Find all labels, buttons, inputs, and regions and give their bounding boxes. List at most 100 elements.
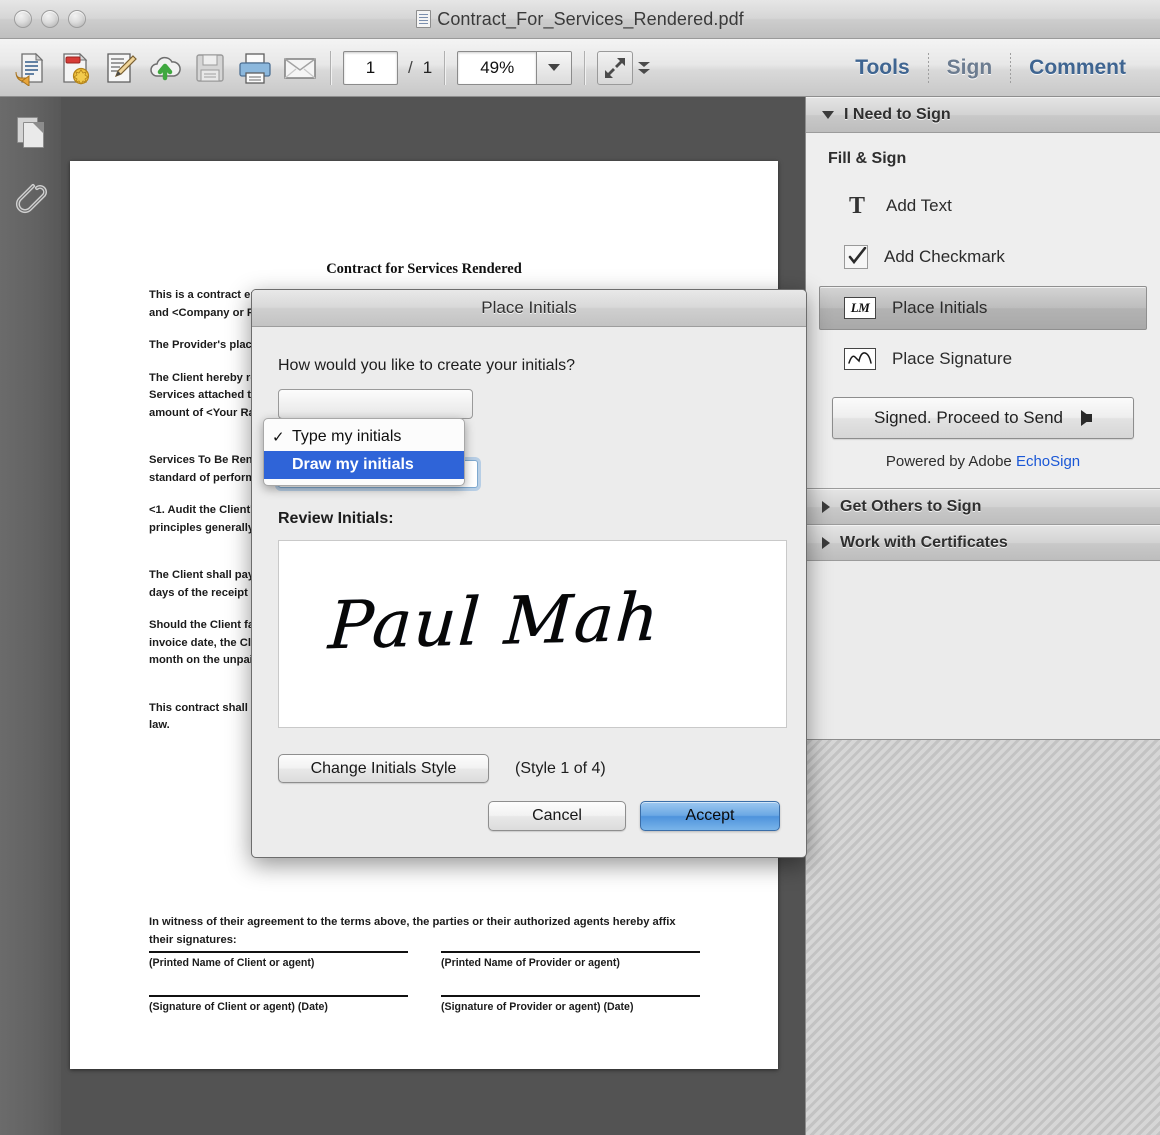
page-total: 1 — [422, 57, 433, 77]
tool-label: Add Checkmark — [884, 247, 1005, 266]
toolbar-divider — [330, 50, 331, 85]
dropdown-option-draw-my-initials[interactable]: Draw my initials — [264, 451, 464, 479]
zoom-button[interactable] — [68, 10, 86, 28]
chevron-down-icon — [548, 64, 561, 71]
toolbar-divider-2 — [444, 50, 446, 85]
powered-by-prefix: Powered by Adobe — [885, 453, 1016, 470]
sign-button[interactable]: Sign — [929, 56, 1011, 80]
zoom-control[interactable]: 49% — [457, 50, 573, 85]
add-checkmark-icon — [844, 245, 868, 269]
place-initials-icon-text: LM — [850, 300, 870, 315]
chevron-down-icon — [822, 111, 834, 119]
toolbar-icon-group — [0, 50, 318, 87]
section-label: I Need to Sign — [844, 106, 951, 123]
contract-title: Contract for Services Rendered — [326, 261, 522, 277]
tool-label: Place Initials — [892, 298, 988, 317]
create-pdf-icon[interactable] — [57, 50, 93, 86]
place-signature-icon — [844, 348, 876, 370]
tool-label: Place Signature — [892, 349, 1013, 368]
witness-text: In witness of their agreement to the ter… — [149, 916, 676, 946]
place-initials-dialog: Place Initials How would you like to cre… — [251, 289, 807, 858]
signature-block: (Printed Name of Client or agent) (Print… — [149, 951, 701, 1039]
upload-to-cloud-icon[interactable] — [147, 50, 183, 86]
signature-row: (Printed Name of Client or agent) (Print… — [149, 951, 701, 969]
style-row: Change Initials Style (Style 1 of 4) — [278, 754, 780, 783]
dialog-actions: Cancel Accept — [278, 801, 780, 831]
fit-page-icon[interactable] — [597, 50, 634, 85]
signature-label: (Signature of Client or agent) (Date) — [149, 1001, 328, 1013]
signature-label: (Signature of Provider or agent) (Date) — [441, 1001, 634, 1013]
page-separator: / — [408, 57, 413, 77]
place-initials-icon: LM — [844, 297, 876, 319]
initials-preview-text: Paul Mah — [326, 578, 663, 665]
signature-cell: (Signature of Provider or agent) (Date) — [441, 995, 700, 1013]
tool-add-checkmark[interactable]: Add Checkmark — [806, 235, 1160, 279]
echosign-link[interactable]: EchoSign — [1016, 453, 1080, 470]
sign-panel: I Need to Sign Fill & Sign T Add Text Ad… — [805, 97, 1160, 1135]
window-title-bar: Contract_For_Services_Rendered.pdf — [0, 0, 1160, 39]
attachments-icon[interactable] — [14, 181, 48, 219]
window-title-text: Contract_For_Services_Rendered.pdf — [437, 8, 744, 29]
checkmark-icon: ✓ — [272, 429, 285, 446]
accept-button[interactable]: Accept — [640, 801, 780, 831]
zoom-dropdown-button[interactable] — [536, 51, 572, 84]
arrow-right-icon — [1081, 410, 1093, 426]
add-text-icon: T — [848, 192, 865, 219]
chevron-right-icon — [822, 537, 830, 549]
edit-pdf-icon[interactable] — [102, 50, 138, 86]
section-label: Work with Certificates — [840, 534, 1008, 551]
open-previous-document-icon[interactable] — [12, 50, 48, 87]
dropdown-option-label: Draw my initials — [292, 456, 414, 473]
cancel-button[interactable]: Cancel — [488, 801, 626, 831]
window-title: Contract_For_Services_Rendered.pdf — [0, 9, 1160, 30]
review-initials-label: Review Initials: — [278, 510, 394, 527]
dropdown-option-label: Type my initials — [292, 428, 402, 445]
tool-place-signature[interactable]: Place Signature — [806, 337, 1160, 381]
tool-place-initials[interactable]: LM Place Initials — [819, 286, 1147, 330]
toolbar-right-links: Tools Sign Comment — [837, 52, 1160, 83]
more-tools-icon[interactable] — [633, 53, 655, 83]
method-select[interactable] — [278, 389, 473, 419]
signature-label: (Printed Name of Provider or agent) — [441, 957, 620, 969]
panel-empty-area — [806, 739, 1160, 1135]
style-counter: (Style 1 of 4) — [515, 759, 606, 777]
comment-button[interactable]: Comment — [1011, 56, 1144, 80]
zoom-value[interactable]: 49% — [458, 51, 537, 84]
pdf-document-icon — [416, 10, 432, 28]
page-thumbnails-icon[interactable] — [16, 117, 45, 149]
section-i-need-to-sign[interactable]: I Need to Sign — [806, 97, 1160, 133]
signature-row: (Signature of Client or agent) (Date) (S… — [149, 995, 701, 1013]
tool-label: Add Text — [886, 196, 952, 215]
save-icon[interactable] — [192, 50, 228, 86]
email-icon[interactable] — [282, 50, 318, 86]
acrobat-window: Contract_For_Services_Rendered.pdf 1 / 1… — [0, 0, 1160, 1135]
signature-cell: (Printed Name of Provider or agent) — [441, 951, 700, 969]
minimize-button[interactable] — [41, 10, 59, 28]
change-initials-style-button[interactable]: Change Initials Style — [278, 754, 489, 783]
page-number-input[interactable]: 1 — [343, 50, 398, 85]
initials-preview: Paul Mah — [278, 540, 787, 728]
dialog-body: How would you like to create your initia… — [252, 327, 806, 831]
dialog-question: How would you like to create your initia… — [278, 357, 576, 374]
window-controls — [14, 10, 86, 28]
proceed-to-send-button[interactable]: Signed. Proceed to Send — [832, 397, 1134, 439]
powered-by-adobe: Powered by Adobe EchoSign — [806, 439, 1160, 470]
dropdown-option-type-my-initials[interactable]: ✓ Type my initials — [264, 423, 464, 451]
close-button[interactable] — [14, 10, 32, 28]
toolbar-divider-3 — [584, 50, 586, 85]
section-work-with-certificates[interactable]: Work with Certificates — [806, 525, 1160, 561]
section-get-others-to-sign[interactable]: Get Others to Sign — [806, 489, 1160, 525]
proceed-label: Signed. Proceed to Send — [873, 408, 1064, 427]
tools-button[interactable]: Tools — [837, 56, 927, 80]
signature-cell: (Signature of Client or agent) (Date) — [149, 995, 408, 1013]
signature-label: (Printed Name of Client or agent) — [149, 957, 315, 969]
method-dropdown-menu[interactable]: ✓ Type my initials Draw my initials — [263, 418, 465, 486]
tool-add-text[interactable]: T Add Text — [806, 184, 1160, 228]
print-icon[interactable] — [237, 50, 273, 86]
fill-and-sign-label: Fill & Sign — [828, 150, 907, 167]
signature-cell: (Printed Name of Client or agent) — [149, 951, 408, 969]
chevron-right-icon — [822, 501, 830, 513]
section-label: Get Others to Sign — [840, 498, 982, 515]
main-toolbar: 1 / 1 49% Tools Sign Comment — [0, 39, 1160, 97]
fill-and-sign-body: Fill & Sign T Add Text Add Checkmark LM … — [806, 133, 1160, 489]
